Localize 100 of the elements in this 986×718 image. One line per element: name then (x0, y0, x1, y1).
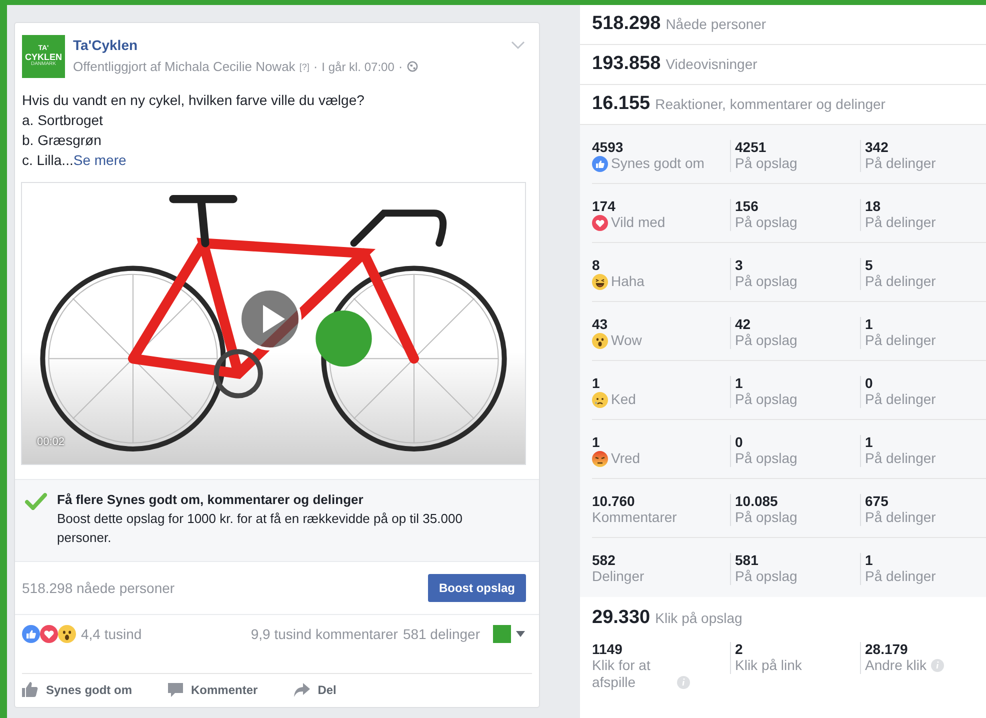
surprised-face-icon (58, 625, 76, 643)
on-shares-label: På delinger (865, 155, 937, 172)
on-post-label: På opslag (735, 214, 798, 231)
post-text-line: b. Græsgrøn (22, 131, 102, 150)
on-shares-value: 1 (865, 317, 874, 332)
separator-dot: · (398, 59, 403, 74)
on-shares-label: På delinger (865, 568, 937, 585)
reaction-count[interactable]: 4,4 tusind (81, 626, 142, 642)
page-name-link[interactable]: Ta'Cyklen (73, 37, 138, 53)
on-post-value: 0 (735, 435, 744, 450)
click-value: 28.179 (865, 642, 909, 657)
on-shares-label: På delinger (865, 273, 937, 290)
on-shares-value: 18 (865, 199, 882, 214)
info-icon[interactable] (931, 659, 944, 672)
byline: Offentliggjort af Michala Cecilie Nowak (73, 59, 296, 74)
laughing-face-icon (592, 274, 608, 290)
reaction-label: Ked (611, 391, 636, 408)
post-text-line: c. Lilla...Se mere (22, 151, 128, 170)
click-value: 2 (735, 642, 744, 657)
reaction-label: Wow (611, 332, 642, 349)
click-label: Klik for at afspille (592, 657, 652, 691)
clicks-label: Klik på opslag (655, 610, 742, 626)
on-shares-value: 5 (865, 258, 874, 273)
reaction-label: Vred (611, 450, 640, 467)
reaction-total: 1 (592, 435, 601, 450)
reaction-total: 174 (592, 199, 616, 214)
post-action-button[interactable]: Synes godt om (22, 682, 132, 697)
on-shares-label: På delinger (865, 450, 937, 467)
on-post-label: På opslag (735, 568, 798, 585)
summary-label: Nåede personer (666, 16, 766, 32)
video-timestamp: 00:02 (37, 436, 65, 448)
reaction-total: 1 (592, 376, 601, 391)
click-label: Andre klik (865, 657, 926, 674)
post-text-line: a. Sortbroget (22, 111, 104, 130)
on-post-value: 581 (735, 553, 760, 568)
heart-reaction-icon (592, 214, 608, 230)
click-value: 1149 (592, 642, 624, 657)
on-shares-value: 675 (865, 494, 890, 509)
comment-count[interactable]: 9,9 tusind kommentarer (250, 626, 398, 642)
summary-value: 193.858 (592, 53, 661, 75)
chevron-down-icon[interactable] (511, 41, 525, 50)
on-shares-label: På delinger (865, 509, 937, 526)
heart-reaction-icon (40, 625, 58, 643)
surprised-face-icon (592, 332, 608, 348)
boost-tip-title: Få flere Synes godt om, kommentarer og delinger (57, 492, 364, 507)
summary-value: 518.298 (592, 13, 661, 35)
share-arrow-icon (294, 682, 310, 696)
caret-icon[interactable] (516, 631, 525, 637)
video-player[interactable]: 00:02 (21, 182, 526, 465)
on-post-value: 4251 (735, 140, 768, 155)
like-reaction-icon (592, 156, 608, 172)
help-link[interactable]: [?] (299, 62, 310, 72)
reaction-label: Haha (611, 273, 644, 290)
reaction-label: Synes godt om (611, 155, 704, 172)
on-post-value: 10.085 (735, 494, 779, 509)
summary-label: Reaktioner, kommentarer og delinger (655, 96, 886, 112)
on-post-value: 42 (735, 317, 752, 332)
reaction-total: 8 (592, 258, 601, 273)
post-action-button[interactable]: Del (294, 682, 336, 697)
angry-face-icon (592, 450, 608, 466)
on-post-value: 1 (735, 376, 744, 391)
on-post-value: 156 (735, 199, 760, 214)
on-post-label: På opslag (735, 332, 798, 349)
on-post-label: På opslag (735, 450, 798, 467)
on-post-label: På opslag (735, 273, 798, 290)
on-post-value: 3 (735, 258, 744, 273)
reaction-label: Vild med (611, 214, 666, 231)
reaction-label: Kommentarer (592, 509, 677, 526)
reaction-total: 10.760 (592, 494, 636, 509)
like-reaction-icon (22, 625, 40, 643)
checkmark-icon (25, 492, 47, 510)
share-count[interactable]: 581 delinger (402, 626, 480, 642)
speech-bubble-icon (168, 682, 184, 697)
on-shares-value: 1 (865, 435, 874, 450)
click-label: Klik på link (735, 657, 802, 674)
reach-count: 518.298 nåede personer (22, 580, 175, 596)
info-icon[interactable] (677, 676, 690, 689)
post-time-link[interactable]: I går kl. 07:00 (322, 60, 394, 74)
sad-face-icon (592, 392, 608, 408)
post-text-line: Hvis du vandt en ny cykel, hvilken farve ville du vælge? (22, 91, 366, 110)
on-post-label: På opslag (735, 391, 798, 408)
on-shares-value: 1 (865, 553, 874, 568)
summary-label: Videovisninger (666, 56, 758, 72)
see-more-link[interactable]: Se mere (73, 152, 126, 168)
reaction-total: 43 (592, 317, 609, 332)
on-shares-value: 342 (865, 140, 890, 155)
on-post-label: På opslag (735, 155, 798, 172)
thumbs-up-icon (22, 682, 38, 697)
on-shares-label: På delinger (865, 214, 937, 231)
on-shares-label: På delinger (865, 332, 937, 349)
boost-post-button[interactable]: Boost opslag (428, 574, 526, 602)
separator-dot: · (313, 59, 318, 74)
on-shares-label: På delinger (865, 391, 937, 408)
on-shares-value: 0 (865, 376, 874, 391)
page-avatar-icon[interactable] (493, 625, 511, 643)
clicks-value: 29.330 (592, 607, 650, 629)
on-post-label: På opslag (735, 509, 798, 526)
reaction-total: 582 (592, 553, 616, 568)
post-action-button[interactable]: Kommenter (168, 682, 258, 697)
reaction-label: Delinger (592, 568, 644, 585)
